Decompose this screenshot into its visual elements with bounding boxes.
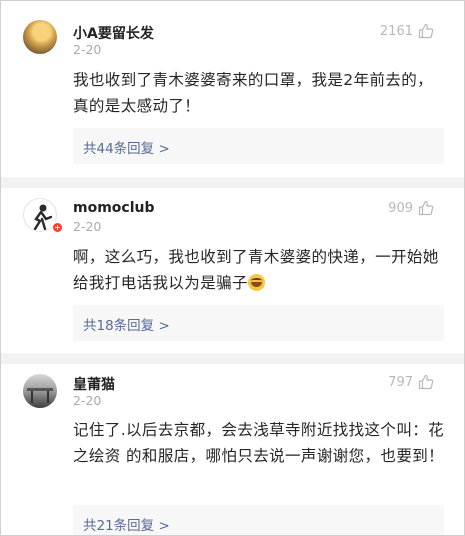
view-replies-button[interactable]: 共21条回复 > <box>73 505 444 535</box>
comment-item: + momoclub 2-20 909 啊，这么巧，我也收到了青木婆婆的快递，一… <box>1 188 464 358</box>
like-button[interactable]: 2161 <box>380 23 434 39</box>
comment-username[interactable]: 皇莆猫 <box>73 374 115 394</box>
thumbs-up-icon <box>418 374 434 390</box>
view-replies-button[interactable]: 共18条回复 > <box>73 305 444 341</box>
comment-username[interactable]: momoclub <box>73 200 155 216</box>
comments-screen: 小A要留长发 2-20 2161 我也收到了青木婆婆寄来的口罩，我是2年前去的，… <box>0 0 465 536</box>
thumbs-up-icon <box>418 200 434 216</box>
comment-date: 2-20 <box>73 42 102 57</box>
avatar[interactable] <box>23 374 57 408</box>
laughing-tears-emoji <box>247 274 265 291</box>
comment-item: 小A要留长发 2-20 2161 我也收到了青木婆婆寄来的口罩，我是2年前去的，… <box>1 1 464 181</box>
like-count: 909 <box>388 200 413 216</box>
comment-text: 记住了.以后去京都，会去浅草寺附近找找这个叫：花之绘资 的和服店，哪怕只去说一声… <box>73 421 445 465</box>
view-replies-button[interactable]: 共44条回复 > <box>73 128 444 164</box>
avatar[interactable] <box>23 20 57 54</box>
comment-date: 2-20 <box>73 219 102 234</box>
comment-text: 啊，这么巧，我也收到了青木婆婆的快递，一开始她给我打电话我以为是骗子 <box>73 244 445 296</box>
like-button[interactable]: 909 <box>388 200 434 216</box>
user-avatar-photo <box>27 388 53 403</box>
like-count: 797 <box>388 374 413 390</box>
divider <box>1 353 464 364</box>
comment-date: 2-20 <box>73 393 102 408</box>
comment-item: 皇莆猫 2-20 797 记住了.以后去京都，会去浅草寺附近找找这个叫：花之绘资… <box>1 364 464 535</box>
comment-text: 我也收到了青木婆婆寄来的口罩，我是2年前去的，真的是太感动了！ <box>73 71 434 115</box>
verified-badge: + <box>51 221 64 234</box>
thumbs-up-icon <box>418 23 434 39</box>
like-count: 2161 <box>379 23 413 39</box>
comment-username[interactable]: 小A要留长发 <box>73 23 154 43</box>
like-button[interactable]: 797 <box>388 374 434 390</box>
divider <box>1 177 464 188</box>
